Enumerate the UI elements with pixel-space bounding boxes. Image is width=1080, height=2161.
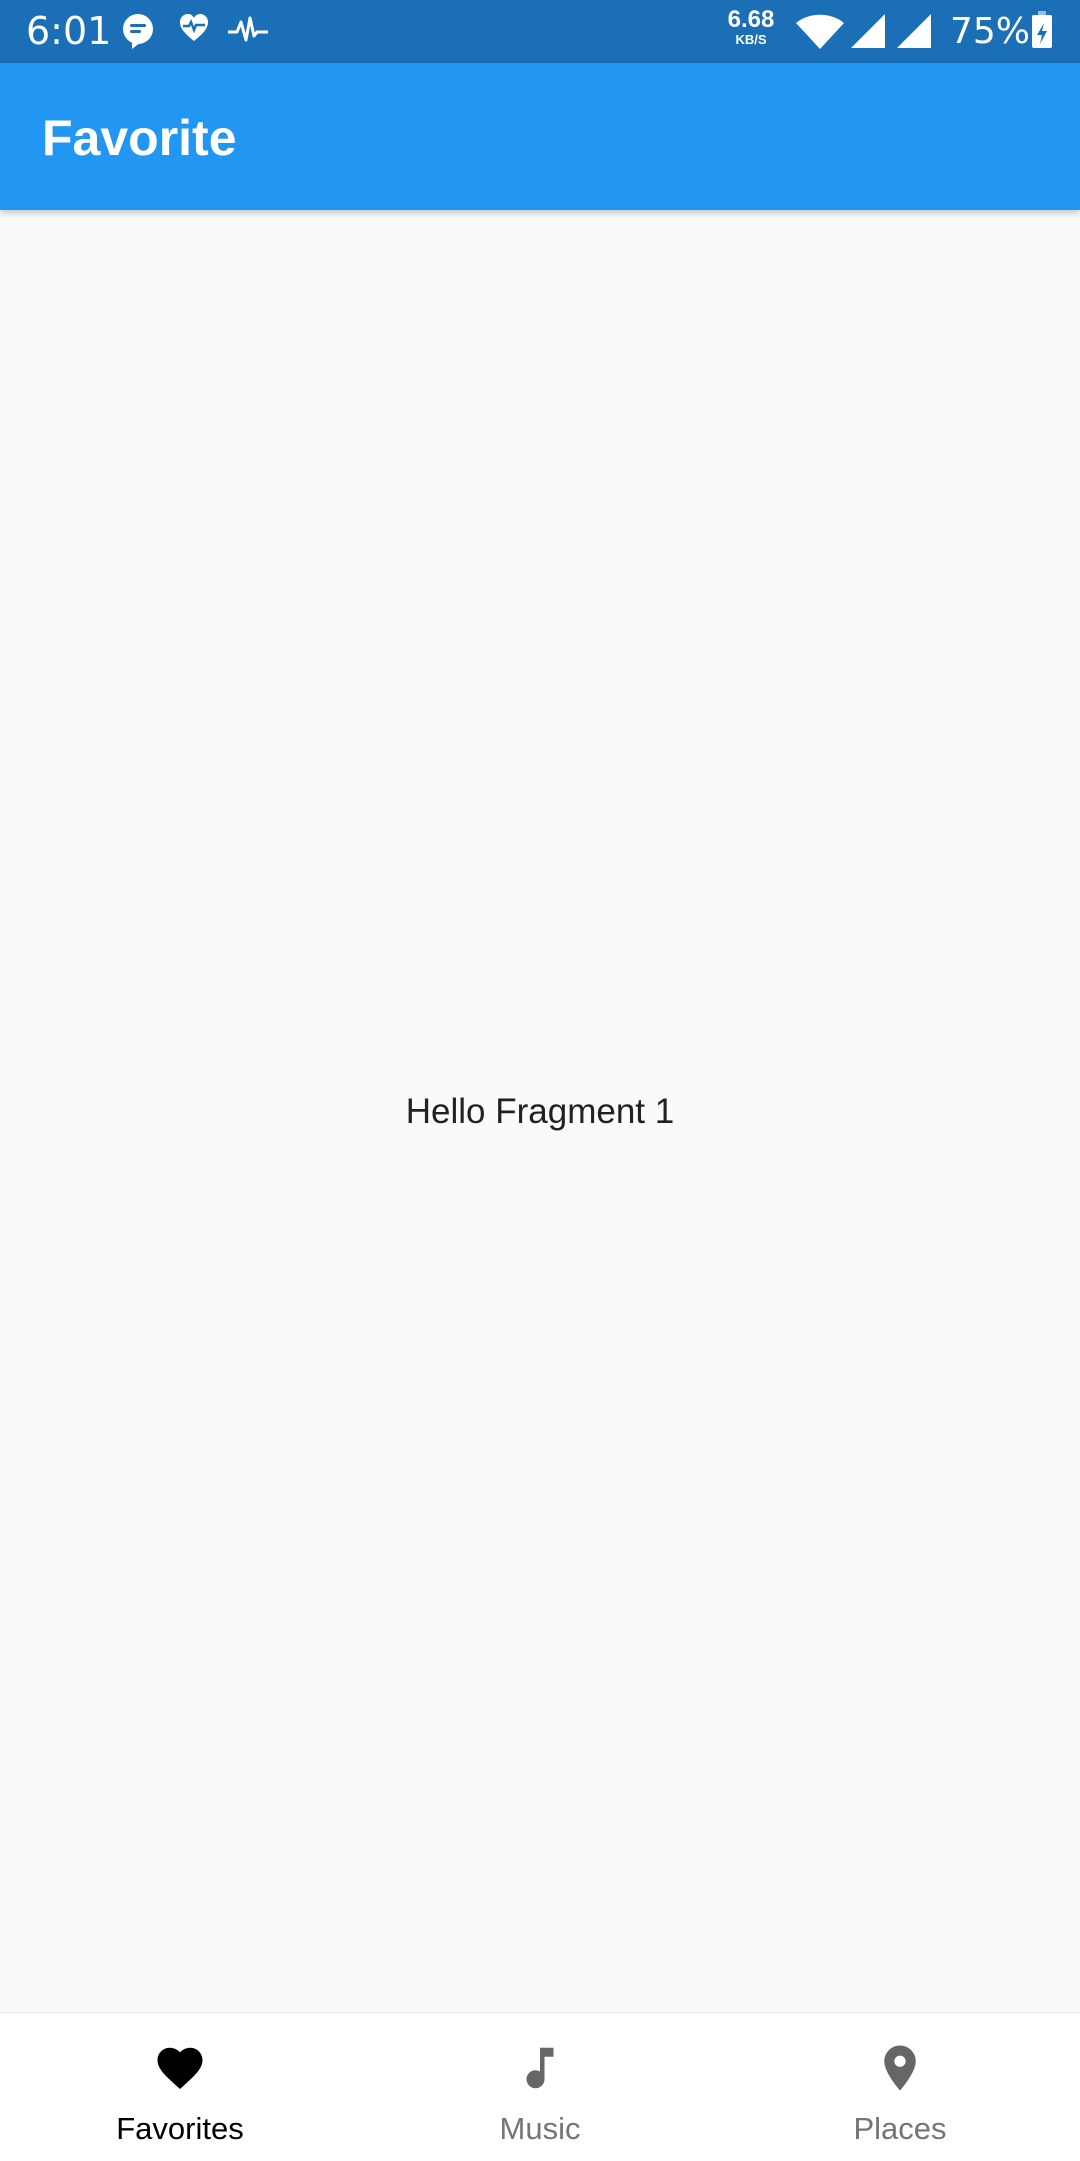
status-bar: 6:01 6.68 KB/S 75%: [0, 0, 1080, 63]
net-speed-unit: KB/S: [735, 32, 767, 47]
nav-label-places: Places: [853, 2111, 947, 2146]
status-time: 6:01: [26, 9, 112, 53]
app-bar: Favorite: [0, 63, 1080, 210]
signal-icon-2: [896, 13, 932, 54]
heart-rate-icon: [178, 12, 210, 49]
net-speed-value: 6.68: [727, 6, 775, 33]
heart-icon: [153, 2041, 207, 2095]
battery-charging-icon: [1031, 11, 1053, 54]
signal-icon: [850, 13, 886, 54]
nav-item-places[interactable]: Places: [720, 2013, 1080, 2161]
fragment-content: Hello Fragment 1: [0, 210, 1080, 2012]
fragment-message: Hello Fragment 1: [405, 1092, 675, 1131]
pulse-icon: [227, 16, 269, 49]
place-icon: [873, 2041, 927, 2095]
net-speed: 6.68 KB/S: [722, 6, 780, 47]
music-note-icon: [513, 2041, 567, 2095]
nav-label-favorites: Favorites: [116, 2111, 244, 2146]
bottom-navigation: Favorites Music Places: [0, 2012, 1080, 2161]
page-title: Favorite: [42, 110, 237, 166]
nav-item-music[interactable]: Music: [360, 2013, 720, 2161]
battery-percent: 75%: [950, 11, 1031, 52]
wifi-icon: [795, 14, 845, 55]
nav-label-music: Music: [499, 2111, 581, 2146]
nav-item-favorites[interactable]: Favorites: [0, 2013, 360, 2161]
chat-bubble-icon: [120, 12, 156, 55]
